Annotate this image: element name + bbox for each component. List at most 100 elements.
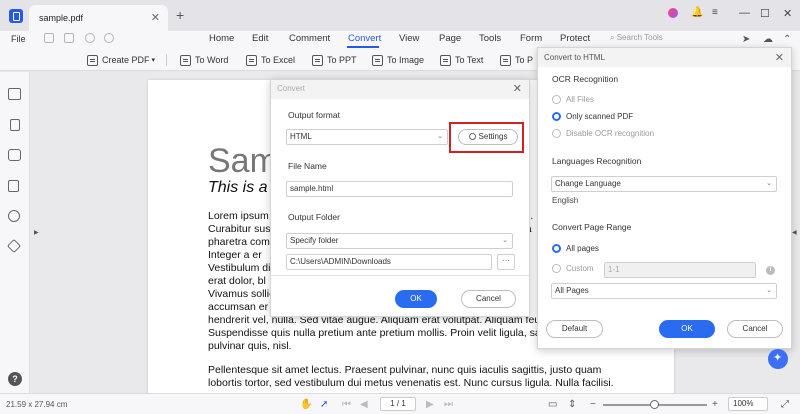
zoom-slider-handle[interactable] [650, 400, 659, 409]
doc-line: Integer a er [208, 249, 262, 261]
to-excel-button[interactable]: To Excel [246, 53, 295, 67]
page-subset-select[interactable]: All Pages ⌄ [551, 283, 777, 299]
layers-icon[interactable] [6, 238, 22, 254]
prev-page-icon[interactable]: ◀ [360, 399, 368, 410]
hand-tool-icon[interactable]: ✋ [300, 399, 312, 410]
page-dimensions: 21.59 x 27.94 cm [6, 400, 68, 409]
zoom-level-select[interactable]: 100% [728, 397, 768, 411]
zoom-out-icon[interactable]: − [590, 399, 596, 410]
menu-tools[interactable]: Tools [479, 33, 501, 44]
to-word-button[interactable]: To Word [180, 53, 228, 67]
ok-button[interactable]: OK [659, 320, 715, 338]
close-icon[interactable]: ✕ [775, 51, 784, 64]
toolbar-divider [166, 54, 167, 66]
close-icon[interactable]: ✕ [513, 82, 522, 95]
create-pdf-button[interactable]: Create PDF ▾ [87, 53, 155, 67]
window-close-icon[interactable]: ✕ [783, 7, 792, 20]
cloud-icon[interactable]: ☁ [763, 34, 773, 45]
ocr-disable-radio[interactable]: Disable OCR recognition [552, 129, 654, 138]
page-number-input[interactable]: 1 / 1 [380, 397, 416, 411]
custom-range-radio[interactable]: Custom [552, 264, 594, 273]
to-text-button[interactable]: To Text [440, 53, 483, 67]
cancel-button[interactable]: Cancel [727, 320, 783, 338]
file-name-input[interactable]: sample.html [286, 181, 513, 197]
select-tool-icon[interactable]: ➚ [320, 399, 328, 410]
next-page-icon[interactable]: ▶ [426, 399, 434, 410]
to-ppt-button[interactable]: To PPT [312, 53, 357, 67]
ppt-icon [312, 54, 323, 66]
fit-page-icon[interactable]: ⇕ [568, 399, 576, 410]
language-select[interactable]: Change Language ⌄ [551, 176, 777, 192]
to-excel-label: To Excel [261, 55, 296, 65]
bell-icon[interactable]: 🔔 [691, 7, 703, 18]
tab-close-icon[interactable]: ✕ [151, 11, 160, 24]
all-pages-radio[interactable]: All pages [552, 244, 599, 253]
info-icon[interactable]: i [766, 266, 775, 275]
to-pdfa-button[interactable]: To P [500, 53, 533, 67]
collapse-ribbon-icon[interactable]: ⌃ [783, 34, 791, 45]
page-layout-icon[interactable]: ▭ [548, 399, 557, 410]
ok-button[interactable]: OK [395, 290, 437, 308]
undo-icon[interactable] [85, 33, 95, 43]
expand-right-icon[interactable]: ◀ [792, 229, 797, 236]
menu-protect[interactable]: Protect [560, 33, 590, 44]
menu-file[interactable]: File [11, 34, 26, 44]
menu-home[interactable]: Home [209, 33, 234, 44]
zoom-in-icon[interactable]: + [712, 399, 718, 410]
thumbnails-icon[interactable] [8, 88, 21, 100]
ocr-scanned-radio[interactable]: Only scanned PDF [552, 112, 633, 121]
expand-left-icon[interactable]: ▶ [34, 229, 39, 236]
ai-assistant-icon[interactable] [768, 349, 788, 369]
chevron-down-icon: ⌄ [437, 133, 443, 140]
menu-edit[interactable]: Edit [252, 33, 268, 44]
convert-dialog-title: Convert [277, 84, 306, 93]
highlight-box [449, 122, 524, 153]
radio-selected-icon [552, 244, 561, 253]
search-icon: ⌕ [610, 33, 617, 42]
ocr-all-files-radio[interactable]: All Files [552, 95, 594, 104]
menu-page[interactable]: Page [439, 33, 461, 44]
status-bar: 21.59 x 27.94 cm ✋ ➚ ⏮ ◀ 1 / 1 ▶ ⏭ ▭ ⇕ −… [0, 393, 800, 414]
last-page-icon[interactable]: ⏭ [444, 399, 453, 410]
doc-line: Curabitur sus [208, 223, 271, 235]
help-icon[interactable]: ? [8, 372, 22, 386]
to-image-button[interactable]: To Image [372, 53, 424, 67]
search-tools-label: Search Tools [616, 33, 663, 42]
maximize-icon[interactable]: ☐ [760, 7, 770, 20]
menu-comment[interactable]: Comment [289, 33, 330, 44]
output-format-select[interactable]: HTML ⌄ [286, 129, 448, 145]
menu-icon[interactable]: ≡ [712, 7, 718, 18]
chevron-down-icon: ⌄ [502, 237, 508, 244]
document-tab[interactable]: sample.pdf ✕ [29, 5, 168, 31]
cancel-button[interactable]: Cancel [461, 290, 516, 308]
menu-form[interactable]: Form [520, 33, 542, 44]
first-page-icon[interactable]: ⏮ [342, 399, 351, 410]
redo-icon[interactable] [104, 33, 114, 43]
menu-convert[interactable]: Convert [348, 33, 381, 44]
default-button[interactable]: Default [546, 320, 603, 338]
folder-path-input[interactable]: C:\Users\ADMIN\Downloads [286, 254, 492, 270]
chevron-down-icon: ⌄ [766, 180, 772, 187]
browse-button[interactable]: ··· [497, 254, 515, 270]
comment-icon[interactable] [8, 149, 21, 161]
print-icon[interactable] [64, 33, 74, 43]
ocr-label: OCR Recognition [552, 74, 619, 84]
ocr-disable-label: Disable OCR recognition [566, 129, 655, 138]
all-pages-label: All pages [566, 244, 599, 253]
new-tab-icon[interactable]: + [176, 7, 184, 23]
save-icon[interactable] [44, 33, 54, 43]
doc-line: lobortis tortor, sed vestibulum dui metu… [208, 377, 614, 389]
fullscreen-icon[interactable]: ⤢ [781, 399, 789, 410]
search-panel-icon[interactable] [8, 210, 20, 222]
menu-view[interactable]: View [399, 33, 419, 44]
minimize-icon[interactable]: — [739, 7, 750, 19]
custom-range-input[interactable]: 1-1 [604, 262, 756, 278]
avatar[interactable] [668, 8, 678, 18]
folder-select[interactable]: Specify folder ⌄ [286, 233, 513, 249]
send-icon[interactable]: ➤ [742, 34, 750, 45]
document-tab-label: sample.pdf [39, 13, 84, 23]
search-tools[interactable]: ⌕ Search Tools [610, 33, 663, 43]
attachment-icon[interactable] [8, 180, 19, 192]
bookmark-icon[interactable] [10, 119, 20, 131]
doc-line: pharetra com [208, 236, 270, 248]
